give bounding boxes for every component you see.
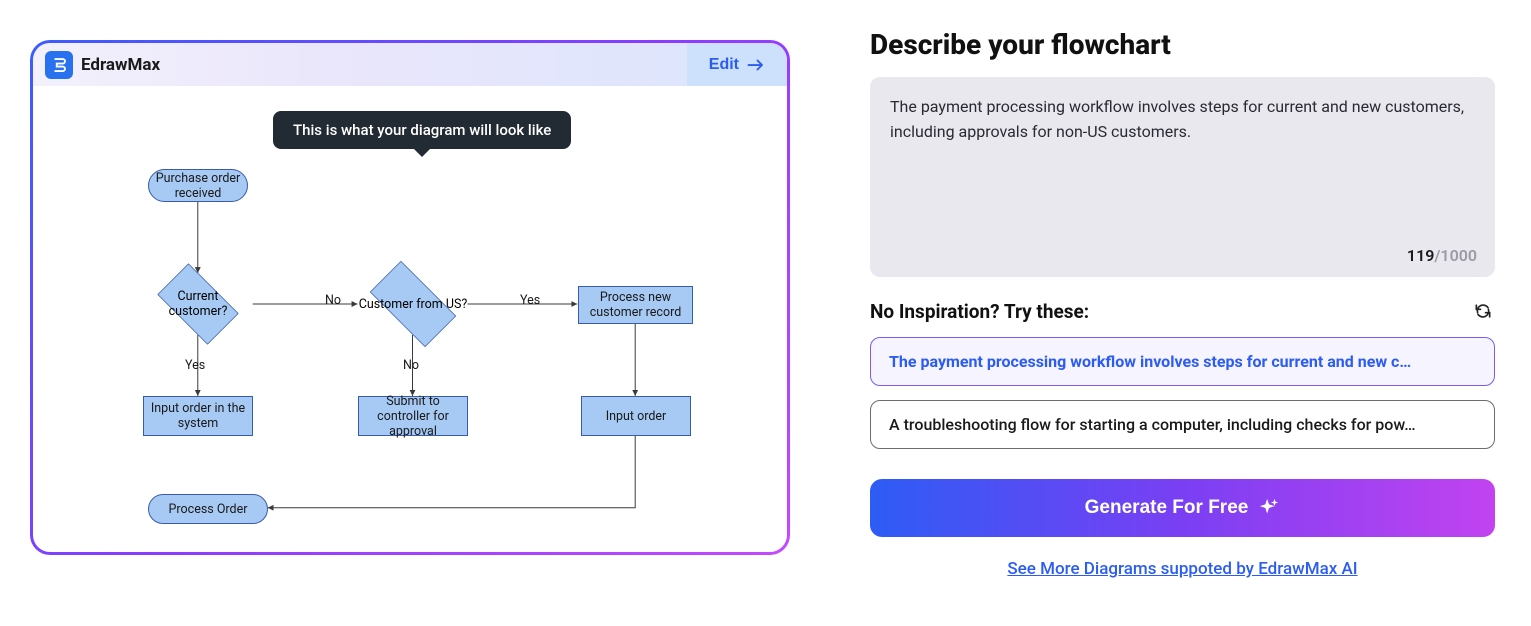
refresh-icon bbox=[1473, 301, 1493, 321]
brand: EdrawMax bbox=[45, 51, 160, 79]
refresh-suggestions-button[interactable] bbox=[1471, 299, 1495, 323]
char-count: 119/1000 bbox=[1407, 246, 1477, 265]
node-customer-us: Customer from US? bbox=[358, 273, 468, 335]
node-input-system: Input order in the system bbox=[143, 396, 253, 436]
right-panel: Describe your flowchart 119/1000 No Insp… bbox=[870, 20, 1501, 579]
node-submit-controller: Submit to controller for approval bbox=[358, 396, 468, 436]
brand-name: EdrawMax bbox=[81, 55, 160, 75]
see-more-link[interactable]: See More Diagrams suppoted by EdrawMax A… bbox=[870, 559, 1495, 579]
edit-button[interactable]: Edit bbox=[687, 43, 787, 86]
brand-logo-icon bbox=[45, 51, 73, 79]
sparkle-icon bbox=[1258, 497, 1280, 519]
arrow-right-icon bbox=[747, 58, 765, 72]
preview-inner: EdrawMax Edit This is what your diagram … bbox=[33, 43, 787, 552]
inspire-label: No Inspiration? Try these: bbox=[870, 300, 1089, 323]
node-process-order: Process Order bbox=[148, 494, 268, 524]
suggestion-item[interactable]: A troubleshooting flow for starting a co… bbox=[870, 400, 1495, 449]
edge-label-us-no: No bbox=[403, 358, 419, 373]
node-current-customer: Current customer? bbox=[148, 273, 248, 335]
suggestion-item-active[interactable]: The payment processing workflow involves… bbox=[870, 337, 1495, 386]
preview-tooltip: This is what your diagram will look like bbox=[273, 111, 571, 149]
node-process-new: Process new customer record bbox=[578, 286, 693, 324]
node-start: Purchase order received bbox=[148, 169, 248, 202]
edge-label-cc-yes: Yes bbox=[185, 358, 205, 373]
prompt-input[interactable] bbox=[890, 95, 1475, 235]
flow-canvas: Purchase order received Current customer… bbox=[33, 86, 787, 552]
edit-button-label: Edit bbox=[709, 56, 739, 74]
page-title: Describe your flowchart bbox=[870, 28, 1501, 61]
preview-card: EdrawMax Edit This is what your diagram … bbox=[30, 40, 790, 555]
prompt-box[interactable]: 119/1000 bbox=[870, 77, 1495, 277]
edge-label-cc-no: No bbox=[325, 293, 341, 308]
generate-button-label: Generate For Free bbox=[1085, 497, 1249, 519]
edge-label-us-yes: Yes bbox=[520, 293, 540, 308]
preview-header: EdrawMax Edit bbox=[33, 43, 787, 86]
generate-button[interactable]: Generate For Free bbox=[870, 479, 1495, 537]
node-input-order: Input order bbox=[581, 396, 691, 436]
